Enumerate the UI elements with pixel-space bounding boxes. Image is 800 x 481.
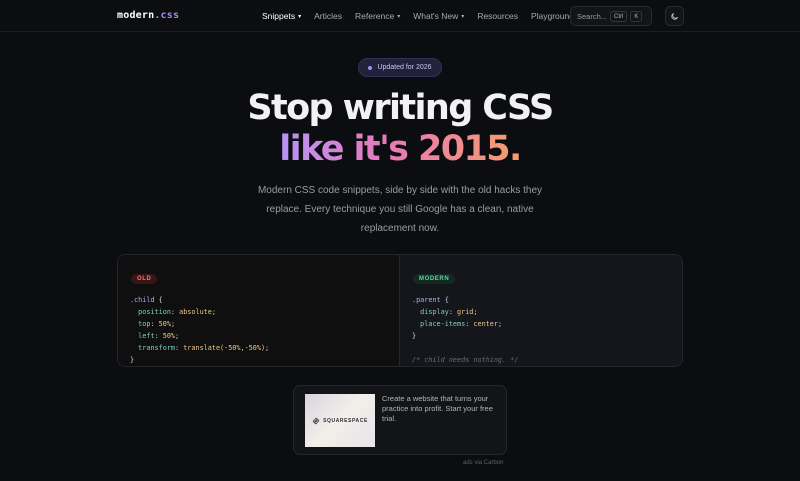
old-code-pane: OLD .child { position: absolute; top: 50…	[118, 255, 400, 366]
code-token: /* child needs nothing. */	[412, 356, 519, 364]
nav-item-what-s-new[interactable]: What's New ▾	[413, 11, 464, 21]
code-token: :	[175, 344, 184, 352]
nav-item-playground[interactable]: Playground	[531, 11, 574, 21]
ad-image[interactable]: SQUARESPACE	[305, 394, 375, 447]
modern-code-block: .parent { display: grid; place-items: ce…	[412, 294, 670, 366]
updated-badge: Updated for 2026	[358, 58, 442, 77]
caret-down-icon: ▾	[298, 13, 302, 20]
hero-subtitle: Modern CSS code snippets, side by side w…	[257, 185, 543, 234]
caret-down-icon: ▾	[397, 13, 401, 20]
code-token: :	[150, 320, 159, 328]
code-token: ;	[265, 344, 270, 352]
shortcut-key-ctrl: Ctrl	[610, 10, 628, 22]
ad-text[interactable]: Create a website that turns your practic…	[382, 394, 500, 424]
nav-item-snippets[interactable]: Snippets ▾	[262, 11, 301, 21]
code-token: ;	[497, 320, 503, 328]
ad-brand: SQUARESPACE	[323, 417, 368, 424]
code-comparison: OLD .child { position: absolute; top: 50…	[117, 254, 683, 367]
code-line: position: absolute;	[130, 306, 387, 318]
code-token: ;	[473, 308, 478, 316]
top-nav: modern.css Snippets ▾ Articles Reference ▾ Wh…	[0, 0, 800, 32]
logo-text: modern	[117, 10, 155, 21]
code-token: display	[412, 308, 449, 316]
badge-dot	[368, 65, 373, 70]
hero-title-line1: Stop writing CSS	[247, 88, 554, 128]
code-token: {	[440, 296, 449, 304]
code-line: display: grid;	[412, 306, 670, 318]
code-token: left	[130, 332, 155, 340]
code-token: :	[448, 308, 458, 316]
code-token: .parent	[412, 296, 441, 304]
shortcut-key-k: K	[630, 10, 643, 22]
theme-toggle-button[interactable]	[665, 6, 684, 26]
nav-item-label: Snippets	[262, 11, 296, 21]
code-token: absolute	[179, 308, 212, 316]
modern-code-pane: MODERN .parent { display: grid; place-it…	[400, 255, 682, 366]
nav-item-label: Reference	[354, 11, 395, 21]
code-token: .child	[130, 296, 155, 304]
code-token: 50%	[158, 320, 171, 328]
hero-title-gradient: like it's 2015.	[279, 129, 522, 169]
code-token: place-items	[412, 320, 466, 328]
code-line: top: 50%;	[130, 318, 387, 330]
code-token: ;	[170, 320, 176, 328]
code-token: grid	[457, 308, 474, 316]
code-token: top	[130, 320, 151, 328]
nav-item-reference[interactable]: Reference ▾	[355, 11, 400, 21]
code-token: {	[154, 296, 163, 304]
code-line: /* child needs nothing. */	[412, 354, 670, 366]
caret-down-icon: ▾	[461, 13, 465, 20]
nav-item-resources[interactable]: Resources	[477, 11, 518, 21]
code-token: :	[170, 308, 180, 316]
old-code-block: .child { position: absolute; top: 50%; l…	[130, 294, 387, 366]
code-token: transform	[130, 344, 176, 352]
code-token: }	[412, 332, 417, 340]
modern-tag: MODERN	[413, 274, 456, 284]
code-line: .parent {	[412, 294, 670, 306]
badge-label: Updated for 2026	[377, 64, 432, 71]
code-token: ;	[211, 308, 216, 316]
nav-item-label: What's New	[413, 11, 459, 21]
carbon-ad[interactable]: SQUARESPACE Create a website that turns …	[293, 385, 507, 455]
nav-item-label: Resources	[477, 11, 518, 21]
nav-item-articles[interactable]: Articles	[314, 11, 342, 21]
code-token: :	[154, 332, 163, 340]
code-line: left: 50%;	[130, 330, 387, 342]
nav-item-label: Playground	[530, 11, 574, 21]
code-token: translate(-50%,-50%)	[183, 344, 266, 352]
code-line: .child {	[130, 294, 387, 306]
code-line: }	[412, 330, 670, 342]
ad-attribution[interactable]: ads via Carbon	[463, 460, 503, 466]
hero-title-line2: like it's 2015.	[0, 129, 800, 169]
logo-accent: .css	[154, 10, 180, 21]
code-line: place-items: center;	[412, 318, 670, 330]
search-button[interactable]: Search... Ctrl K	[570, 6, 652, 26]
code-line: transform: translate(-50%,-50%);	[130, 342, 387, 354]
search-placeholder: Search...	[577, 11, 608, 21]
squarespace-logo-icon	[312, 417, 320, 424]
code-line: }	[130, 354, 387, 366]
code-token: 50%	[162, 332, 176, 340]
code-token: }	[130, 356, 135, 364]
old-tag: OLD	[131, 274, 158, 284]
code-token: center	[473, 320, 498, 328]
site-logo[interactable]: modern.css	[117, 10, 179, 21]
main-menu: Snippets ▾ Articles Reference ▾ What's New ▾ Re…	[262, 11, 574, 21]
code-token: ;	[175, 332, 180, 340]
code-token: position	[130, 308, 171, 316]
moon-icon	[671, 12, 678, 20]
nav-item-label: Articles	[314, 11, 342, 21]
